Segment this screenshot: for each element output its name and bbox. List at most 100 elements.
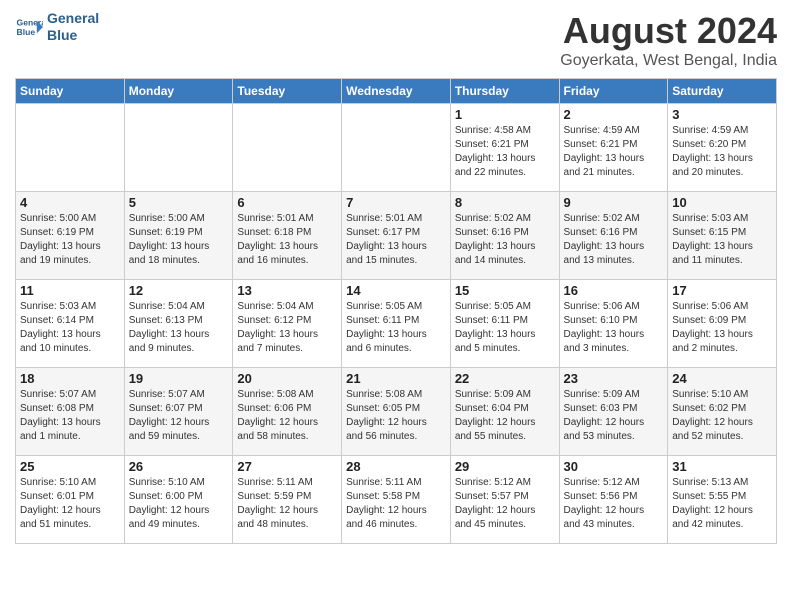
day-number: 29 (455, 459, 555, 474)
calendar-week-row: 18 Sunrise: 5:07 AM Sunset: 6:08 PM Dayli… (16, 368, 777, 456)
day-number: 20 (237, 371, 337, 386)
day-info: Sunrise: 5:02 AM Sunset: 6:16 PM Dayligh… (455, 212, 555, 268)
calendar-cell: 4 Sunrise: 5:00 AM Sunset: 6:19 PM Daylig… (16, 192, 125, 280)
day-number: 26 (129, 459, 229, 474)
calendar-cell: 16 Sunrise: 5:06 AM Sunset: 6:10 PM Dayli… (559, 280, 668, 368)
day-number: 24 (672, 371, 772, 386)
day-info: Sunrise: 5:03 AM Sunset: 6:14 PM Dayligh… (20, 300, 120, 356)
calendar-week-row: 11 Sunrise: 5:03 AM Sunset: 6:14 PM Dayli… (16, 280, 777, 368)
day-number: 3 (672, 107, 772, 122)
day-number: 16 (564, 283, 664, 298)
day-info: Sunrise: 5:13 AM Sunset: 5:55 PM Dayligh… (672, 476, 772, 532)
day-number: 21 (346, 371, 446, 386)
logo-icon: General Blue (15, 13, 43, 41)
calendar-cell: 17Sunrise: 5:06 AM Sunset: 6:09 PM Dayli… (668, 280, 777, 368)
calendar-cell: 30 Sunrise: 5:12 AM Sunset: 5:56 PM Dayli… (559, 456, 668, 544)
header-sunday: Sunday (16, 79, 125, 104)
day-info: Sunrise: 4:59 AM Sunset: 6:20 PM Dayligh… (672, 124, 772, 180)
logo-text-line2: Blue (47, 27, 99, 44)
calendar-cell: 29 Sunrise: 5:12 AM Sunset: 5:57 PM Dayli… (450, 456, 559, 544)
day-number: 4 (20, 195, 120, 210)
calendar-cell: 21 Sunrise: 5:08 AM Sunset: 6:05 PM Dayli… (342, 368, 451, 456)
calendar-cell: 26Sunrise: 5:10 AM Sunset: 6:00 PM Dayli… (124, 456, 233, 544)
day-info: Sunrise: 5:04 AM Sunset: 6:12 PM Dayligh… (237, 300, 337, 356)
day-info: Sunrise: 5:06 AM Sunset: 6:10 PM Dayligh… (564, 300, 664, 356)
day-info: Sunrise: 5:08 AM Sunset: 6:06 PM Dayligh… (237, 388, 337, 444)
day-number: 7 (346, 195, 446, 210)
calendar-table: Sunday Monday Tuesday Wednesday Thursday… (15, 78, 777, 544)
day-number: 19 (129, 371, 229, 386)
day-number: 10 (672, 195, 772, 210)
calendar-cell: 2Sunrise: 4:59 AM Sunset: 6:21 PM Daylig… (559, 104, 668, 192)
calendar-cell: 6Sunrise: 5:01 AM Sunset: 6:18 PM Daylig… (233, 192, 342, 280)
day-info: Sunrise: 5:00 AM Sunset: 6:19 PM Dayligh… (129, 212, 229, 268)
header-friday: Friday (559, 79, 668, 104)
calendar-cell: 18 Sunrise: 5:07 AM Sunset: 6:08 PM Dayli… (16, 368, 125, 456)
day-info: Sunrise: 5:07 AM Sunset: 6:08 PM Dayligh… (20, 388, 120, 444)
day-number: 1 (455, 107, 555, 122)
day-info: Sunrise: 5:01 AM Sunset: 6:18 PM Dayligh… (237, 212, 337, 268)
day-number: 9 (564, 195, 664, 210)
header-thursday: Thursday (450, 79, 559, 104)
day-info: Sunrise: 5:02 AM Sunset: 6:16 PM Dayligh… (564, 212, 664, 268)
day-number: 28 (346, 459, 446, 474)
day-number: 18 (20, 371, 120, 386)
title-area: August 2024 Goyerkata, West Bengal, Indi… (560, 10, 777, 70)
day-info: Sunrise: 5:04 AM Sunset: 6:13 PM Dayligh… (129, 300, 229, 356)
calendar-cell: 3 Sunrise: 4:59 AM Sunset: 6:20 PM Daylig… (668, 104, 777, 192)
day-info: Sunrise: 5:12 AM Sunset: 5:56 PM Dayligh… (564, 476, 664, 532)
calendar-cell: 8 Sunrise: 5:02 AM Sunset: 6:16 PM Daylig… (450, 192, 559, 280)
day-number: 27 (237, 459, 337, 474)
day-info: Sunrise: 5:10 AM Sunset: 6:01 PM Dayligh… (20, 476, 120, 532)
day-number: 8 (455, 195, 555, 210)
header-wednesday: Wednesday (342, 79, 451, 104)
day-number: 25 (20, 459, 120, 474)
calendar-cell: 23Sunrise: 5:09 AM Sunset: 6:03 PM Dayli… (559, 368, 668, 456)
header-tuesday: Tuesday (233, 79, 342, 104)
calendar-cell: 13Sunrise: 5:04 AM Sunset: 6:12 PM Dayli… (233, 280, 342, 368)
calendar-cell: 15 Sunrise: 5:05 AM Sunset: 6:11 PM Dayli… (450, 280, 559, 368)
month-year-title: August 2024 (560, 10, 777, 52)
day-number: 5 (129, 195, 229, 210)
day-info: Sunrise: 5:12 AM Sunset: 5:57 PM Dayligh… (455, 476, 555, 532)
header-monday: Monday (124, 79, 233, 104)
logo: General Blue General Blue (15, 10, 99, 44)
day-info: Sunrise: 5:10 AM Sunset: 6:02 PM Dayligh… (672, 388, 772, 444)
logo-text-line1: General (47, 10, 99, 27)
calendar-cell (233, 104, 342, 192)
day-number: 14 (346, 283, 446, 298)
calendar-cell: 10 Sunrise: 5:03 AM Sunset: 6:15 PM Dayli… (668, 192, 777, 280)
calendar-cell (16, 104, 125, 192)
day-number: 11 (20, 283, 120, 298)
calendar-cell: 22 Sunrise: 5:09 AM Sunset: 6:04 PM Dayli… (450, 368, 559, 456)
calendar-cell: 7Sunrise: 5:01 AM Sunset: 6:17 PM Daylig… (342, 192, 451, 280)
calendar-cell (124, 104, 233, 192)
calendar-cell: 5 Sunrise: 5:00 AM Sunset: 6:19 PM Daylig… (124, 192, 233, 280)
day-info: Sunrise: 5:09 AM Sunset: 6:04 PM Dayligh… (455, 388, 555, 444)
day-info: Sunrise: 4:59 AM Sunset: 6:21 PM Dayligh… (564, 124, 664, 180)
calendar-week-row: 25 Sunrise: 5:10 AM Sunset: 6:01 PM Dayli… (16, 456, 777, 544)
calendar-cell: 28 Sunrise: 5:11 AM Sunset: 5:58 PM Dayli… (342, 456, 451, 544)
calendar-header-row: Sunday Monday Tuesday Wednesday Thursday… (16, 79, 777, 104)
day-number: 31 (672, 459, 772, 474)
location-subtitle: Goyerkata, West Bengal, India (560, 52, 777, 70)
day-number: 22 (455, 371, 555, 386)
day-info: Sunrise: 5:11 AM Sunset: 5:59 PM Dayligh… (237, 476, 337, 532)
calendar-cell: 20 Sunrise: 5:08 AM Sunset: 6:06 PM Dayli… (233, 368, 342, 456)
day-info: Sunrise: 5:00 AM Sunset: 6:19 PM Dayligh… (20, 212, 120, 268)
day-info: Sunrise: 4:58 AM Sunset: 6:21 PM Dayligh… (455, 124, 555, 180)
day-number: 15 (455, 283, 555, 298)
day-info: Sunrise: 5:07 AM Sunset: 6:07 PM Dayligh… (129, 388, 229, 444)
calendar-week-row: 4 Sunrise: 5:00 AM Sunset: 6:19 PM Daylig… (16, 192, 777, 280)
day-info: Sunrise: 5:08 AM Sunset: 6:05 PM Dayligh… (346, 388, 446, 444)
calendar-cell: 27 Sunrise: 5:11 AM Sunset: 5:59 PM Dayli… (233, 456, 342, 544)
day-info: Sunrise: 5:05 AM Sunset: 6:11 PM Dayligh… (455, 300, 555, 356)
day-number: 23 (564, 371, 664, 386)
day-info: Sunrise: 5:03 AM Sunset: 6:15 PM Dayligh… (672, 212, 772, 268)
day-info: Sunrise: 5:06 AM Sunset: 6:09 PM Dayligh… (672, 300, 772, 356)
page-header: General Blue General Blue August 2024 Go… (15, 10, 777, 70)
day-info: Sunrise: 5:11 AM Sunset: 5:58 PM Dayligh… (346, 476, 446, 532)
day-number: 30 (564, 459, 664, 474)
calendar-cell: 9 Sunrise: 5:02 AM Sunset: 6:16 PM Daylig… (559, 192, 668, 280)
calendar-cell: 1 Sunrise: 4:58 AM Sunset: 6:21 PM Daylig… (450, 104, 559, 192)
